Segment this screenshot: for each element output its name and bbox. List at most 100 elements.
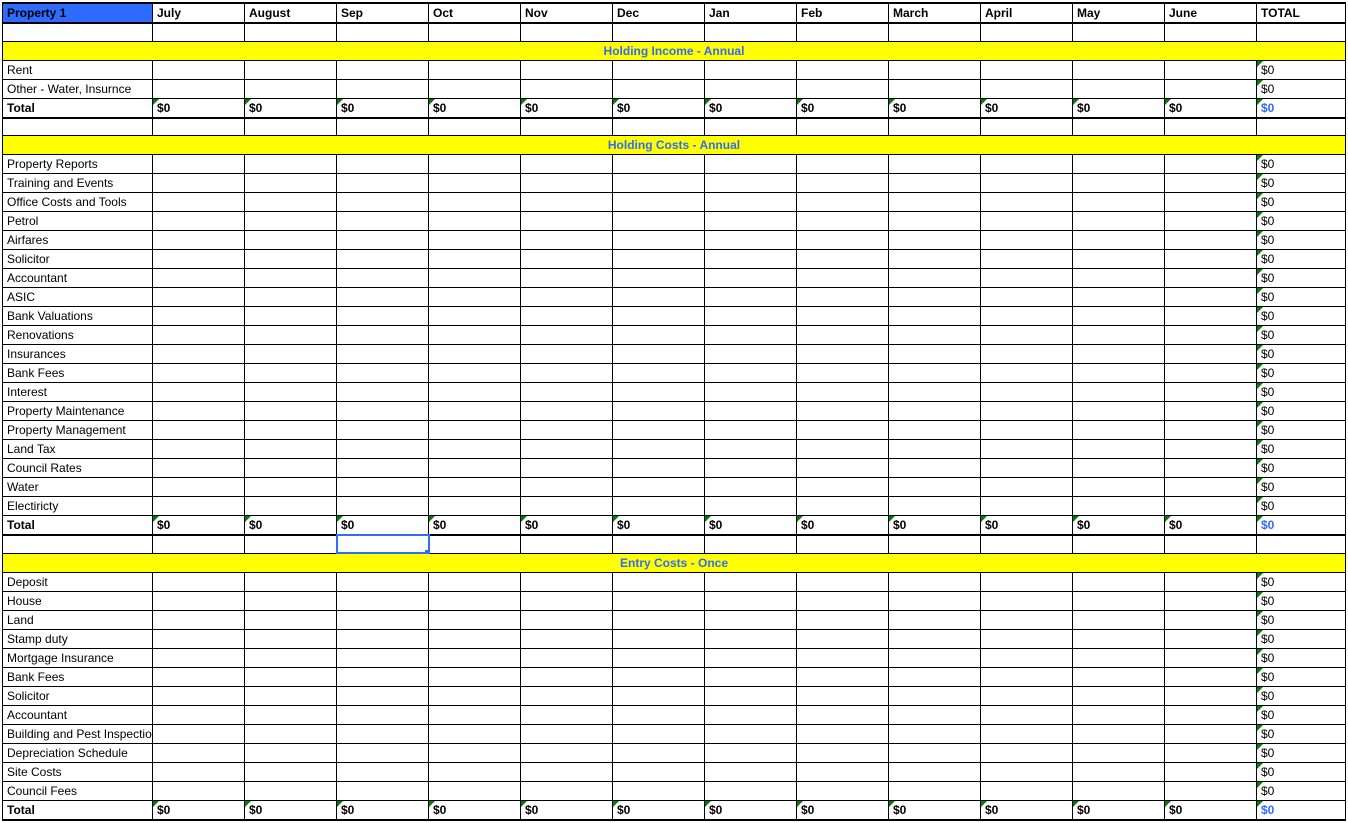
selected-cell[interactable] [337,535,429,553]
cell[interactable] [1073,648,1165,667]
cell[interactable] [889,421,981,440]
row-label[interactable]: Property Reports [3,155,153,174]
cell[interactable] [337,421,429,440]
cell[interactable] [337,60,429,79]
cell[interactable] [981,686,1073,705]
cell[interactable] [521,781,613,800]
total-month[interactable]: $0 [245,98,337,118]
cell[interactable] [705,667,797,686]
cell[interactable] [1257,535,1346,553]
total-month[interactable]: $0 [889,516,981,536]
cell[interactable] [1165,250,1257,269]
cell[interactable] [153,667,245,686]
cell[interactable] [1165,478,1257,497]
row-total[interactable]: $0 [1257,648,1346,667]
cell[interactable] [153,421,245,440]
cell[interactable] [889,478,981,497]
row-label[interactable]: Depreciation Schedule [3,743,153,762]
header-month[interactable]: Oct [429,3,521,23]
cell[interactable] [705,174,797,193]
cell[interactable] [1257,23,1346,41]
cell[interactable] [797,591,889,610]
row-label[interactable]: Land [3,610,153,629]
cell[interactable] [981,364,1073,383]
cell[interactable] [797,326,889,345]
cell[interactable] [797,193,889,212]
cell[interactable] [797,610,889,629]
cell[interactable] [337,288,429,307]
cell[interactable] [337,345,429,364]
cell[interactable] [1073,288,1165,307]
cell[interactable] [797,307,889,326]
cell[interactable] [613,383,705,402]
cell[interactable] [981,648,1073,667]
cell[interactable] [797,383,889,402]
cell[interactable] [613,79,705,98]
cell[interactable] [981,402,1073,421]
row-total[interactable]: $0 [1257,743,1346,762]
cell[interactable] [245,421,337,440]
cell[interactable] [153,174,245,193]
cell[interactable] [1165,212,1257,231]
cell[interactable] [613,535,705,553]
header-month[interactable]: May [1073,3,1165,23]
cell[interactable] [429,231,521,250]
cell[interactable] [613,478,705,497]
cell[interactable] [337,155,429,174]
cell[interactable] [981,23,1073,41]
cell[interactable] [981,724,1073,743]
cell[interactable] [153,79,245,98]
cell[interactable] [153,535,245,553]
cell[interactable] [429,478,521,497]
cell[interactable] [337,743,429,762]
cell[interactable] [429,345,521,364]
total-month[interactable]: $0 [337,800,429,820]
cell[interactable] [1257,118,1346,136]
total-month[interactable]: $0 [337,98,429,118]
cell[interactable] [245,23,337,41]
cell[interactable] [3,23,153,41]
section-title[interactable]: Holding Income - Annual [3,41,1346,60]
cell[interactable] [613,118,705,136]
cell[interactable] [981,212,1073,231]
cell[interactable] [613,781,705,800]
cell[interactable] [245,743,337,762]
cell[interactable] [797,364,889,383]
cell[interactable] [153,591,245,610]
cell[interactable] [889,155,981,174]
cell[interactable] [705,459,797,478]
cell[interactable] [797,535,889,553]
cell[interactable] [521,686,613,705]
cell[interactable] [981,383,1073,402]
cell[interactable] [889,781,981,800]
cell[interactable] [521,535,613,553]
cell[interactable] [1165,648,1257,667]
cell[interactable] [705,629,797,648]
cell[interactable] [1165,326,1257,345]
cell[interactable] [1073,440,1165,459]
cell[interactable] [1073,118,1165,136]
cell[interactable] [245,269,337,288]
cell[interactable] [245,174,337,193]
cell[interactable] [429,269,521,288]
cell[interactable] [889,212,981,231]
cell[interactable] [981,572,1073,591]
cell[interactable] [1073,383,1165,402]
cell[interactable] [797,23,889,41]
row-total[interactable]: $0 [1257,79,1346,98]
cell[interactable] [1073,686,1165,705]
total-month[interactable]: $0 [613,800,705,820]
cell[interactable] [613,307,705,326]
cell[interactable] [521,345,613,364]
section-title[interactable]: Entry Costs - Once [3,553,1346,572]
cell[interactable] [1165,705,1257,724]
cell[interactable] [521,269,613,288]
cell[interactable] [705,79,797,98]
cell[interactable] [1073,572,1165,591]
cell[interactable] [705,648,797,667]
cell[interactable] [337,174,429,193]
cell[interactable] [889,288,981,307]
cell[interactable] [337,326,429,345]
total-month[interactable]: $0 [1073,800,1165,820]
row-total[interactable]: $0 [1257,345,1346,364]
